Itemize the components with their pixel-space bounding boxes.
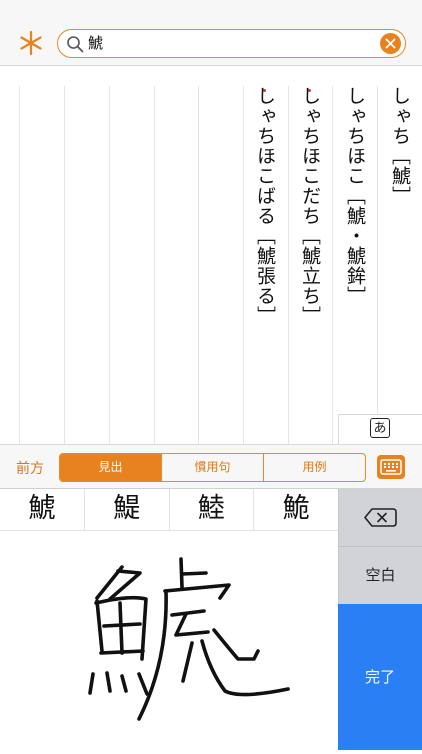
list-item[interactable]: しゃちほこだち［鯱立ち］ [297,86,323,326]
column-divider [332,86,333,444]
candidate-character[interactable]: 鮠 [253,489,338,530]
prefix-match-button[interactable]: 前方 [16,458,44,478]
keyboard-icon[interactable] [377,455,405,479]
list-item[interactable]: しゃちほこばる［鯱張る］ [252,86,278,326]
space-button[interactable]: 空白 [338,546,422,604]
search-mode-segmented-control: 見出 慣用句 用例 [59,453,366,482]
list-item[interactable]: しゃちほこ［鯱・鯱鉾］ [342,86,368,306]
column-divider [109,86,110,444]
candidate-character[interactable]: 鯥 [168,489,254,530]
segment-headword[interactable]: 見出 [60,454,161,481]
top-bar: 鯱 [0,0,422,66]
column-divider [154,86,155,444]
column-divider [377,86,378,444]
segment-example[interactable]: 用例 [263,454,365,481]
search-mode-bar: 前方 見出 慣用句 用例 [0,444,422,489]
list-item[interactable]: しゃち［鯱］ [387,86,413,206]
candidate-bar: 鯱 鯷 鯥 鮠 [0,489,338,531]
handwritten-strokes [88,557,290,721]
results-list: しゃち［鯱］ しゃちほこ［鯱・鯱鉾］ しゃちほこだち［鯱立ち］ しゃちほこばる［… [0,66,422,444]
clear-search-icon[interactable] [380,33,401,54]
backspace-button[interactable] [338,489,422,546]
backspace-icon [364,508,397,527]
column-divider [288,86,289,444]
search-icon [67,36,84,53]
column-divider [243,86,244,444]
handwriting-canvas[interactable] [0,531,338,750]
search-query[interactable]: 鯱 [88,34,103,53]
segment-idiom[interactable]: 慣用句 [161,454,263,481]
column-divider [19,86,20,444]
asterisk-icon[interactable] [18,30,44,56]
candidate-character[interactable]: 鯷 [83,489,169,530]
search-field[interactable]: 鯱 [57,29,406,58]
column-divider [198,86,199,444]
candidate-character[interactable]: 鯱 [0,489,84,530]
done-button[interactable]: 完了 [338,604,422,750]
kana-icon: あ [370,418,390,438]
kana-input-button[interactable]: あ [338,414,422,444]
column-divider [64,86,65,444]
